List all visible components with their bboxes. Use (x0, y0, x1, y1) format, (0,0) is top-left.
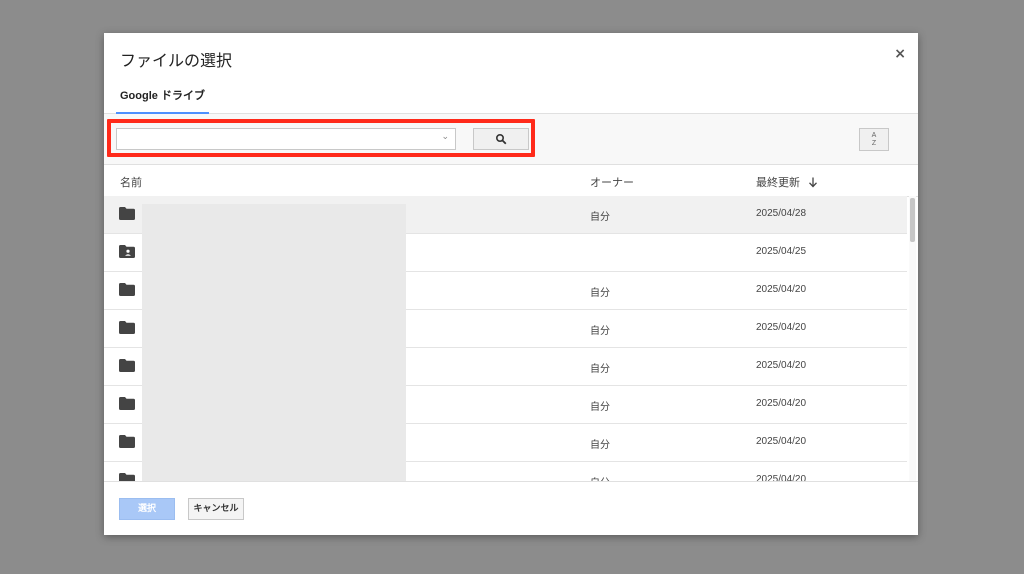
row-owner: 自分 (590, 288, 610, 299)
close-icon[interactable]: × (894, 46, 906, 62)
select-button[interactable]: 選択 (119, 498, 175, 520)
row-modified-date: 2025/04/20 (756, 322, 807, 333)
shared-folder-icon (119, 245, 135, 261)
sort-az-button[interactable]: A Z (859, 128, 889, 151)
column-header-owner[interactable]: オーナー (590, 174, 634, 190)
folder-icon (119, 435, 135, 451)
search-button[interactable] (473, 128, 529, 150)
redacted-names (142, 204, 406, 481)
row-modified-date: 2025/04/20 (756, 360, 807, 371)
folder-icon (119, 283, 135, 299)
row-owner: 自分 (590, 326, 610, 337)
chevron-down-icon[interactable]: ⌄ (441, 132, 449, 142)
folder-icon (119, 397, 135, 413)
dialog-footer: 選択 キャンセル (104, 481, 918, 536)
row-modified-date: 2025/04/20 (756, 284, 807, 295)
row-modified-date: 2025/04/28 (756, 208, 807, 219)
folder-icon (119, 321, 135, 337)
scrollbar-thumb[interactable] (910, 198, 915, 242)
dialog-title: ファイルの選択 (120, 51, 233, 70)
tab-google-drive[interactable]: Google ドライブ (116, 85, 209, 114)
column-header-modified[interactable]: 最終更新 (756, 174, 800, 190)
column-header-name[interactable]: 名前 (120, 174, 142, 190)
folder-icon (119, 359, 135, 375)
row-owner: 自分 (590, 402, 610, 413)
toolbar: ⌄ A Z (104, 114, 918, 165)
sort-label-z: Z (871, 140, 877, 147)
row-modified-date: 2025/04/20 (756, 436, 807, 447)
search-input[interactable] (121, 131, 445, 151)
cancel-button[interactable]: キャンセル (188, 498, 244, 520)
folder-icon (119, 207, 135, 223)
sort-label-a: A (871, 132, 877, 139)
file-picker-dialog: ファイルの選択 × Google ドライブ ⌄ A Z 名前 オーナー 最終更新… (104, 33, 918, 535)
row-owner: 自分 (590, 364, 610, 375)
folder-icon (119, 473, 135, 481)
search-field[interactable]: ⌄ (116, 128, 456, 151)
column-header-row: 名前 オーナー 最終更新 (104, 165, 918, 197)
row-modified-date: 2025/04/25 (756, 246, 807, 257)
arrow-down-icon[interactable] (808, 177, 818, 188)
search-icon (495, 133, 507, 145)
scrollbar[interactable] (909, 196, 916, 481)
row-owner: 自分 (590, 212, 610, 223)
row-owner: 自分 (590, 474, 610, 481)
tab-bar: Google ドライブ (104, 85, 918, 114)
row-modified-date: 2025/04/20 (756, 398, 807, 409)
row-owner: 自分 (590, 440, 610, 451)
row-modified-date: 2025/04/20 (756, 474, 807, 481)
